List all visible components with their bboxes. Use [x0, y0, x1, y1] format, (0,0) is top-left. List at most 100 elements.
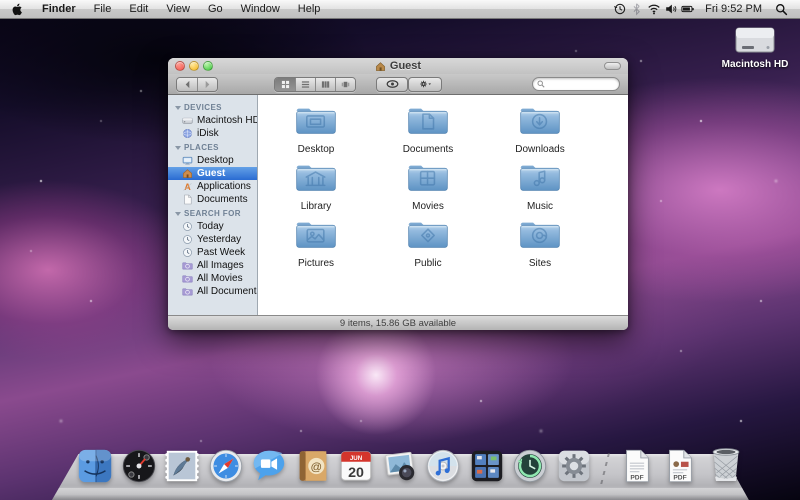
- sidebar-item-label: All Documents: [197, 286, 258, 297]
- sidebar-item-documents[interactable]: Documents: [168, 193, 257, 206]
- desktop-icon-macintosh-hd[interactable]: Macintosh HD: [717, 26, 793, 70]
- sidebar-item-label: Past Week: [197, 247, 245, 258]
- list-view-icon: [301, 80, 310, 89]
- sidebar-section-devices[interactable]: DEVICES: [168, 100, 257, 114]
- sidebar-item-all-documents[interactable]: All Documents: [168, 285, 257, 298]
- coverflow-view-button[interactable]: [335, 78, 355, 91]
- menu-clock[interactable]: Fri 9:52 PM: [699, 3, 768, 15]
- sidebar-item-desktop[interactable]: Desktop: [168, 154, 257, 167]
- battery-menu-icon[interactable]: [679, 0, 696, 19]
- column-view-icon: [321, 80, 330, 89]
- sidebar-item-all-images[interactable]: All Images: [168, 259, 257, 272]
- dock-item-safari[interactable]: [207, 447, 245, 485]
- back-icon: [183, 80, 192, 89]
- menu-finder[interactable]: Finder: [33, 0, 85, 18]
- disclosure-triangle-icon: [175, 212, 181, 216]
- sidebar-section-places[interactable]: PLACES: [168, 140, 257, 154]
- menu-left: FinderFileEditViewGoWindowHelp: [0, 0, 329, 18]
- menu-file[interactable]: File: [85, 0, 121, 18]
- list-view-button[interactable]: [295, 78, 315, 91]
- desktop-icon-label: Macintosh HD: [717, 59, 793, 70]
- menu-go[interactable]: Go: [199, 0, 232, 18]
- dock-item-spaces[interactable]: [468, 447, 506, 485]
- quick-look-button[interactable]: [376, 77, 408, 92]
- folder-label: Library: [301, 201, 332, 212]
- view-mode-group: [274, 77, 356, 92]
- disclosure-triangle-icon: [175, 106, 181, 110]
- dock-item-pdf-document-image[interactable]: PDF: [661, 447, 699, 485]
- search-input[interactable]: [545, 78, 615, 90]
- menu-view[interactable]: View: [157, 0, 199, 18]
- sidebar-item-yesterday[interactable]: Yesterday: [168, 233, 257, 246]
- sidebar-item-guest[interactable]: Guest: [168, 167, 257, 180]
- folder-sites[interactable]: Sites: [484, 217, 596, 274]
- folder-pictures[interactable]: Pictures: [260, 217, 372, 274]
- sidebar-section-title: PLACES: [184, 143, 219, 152]
- icon-view-button[interactable]: [275, 78, 295, 91]
- dock-item-ical[interactable]: JUN 20: [337, 447, 375, 485]
- apple-icon: [11, 3, 24, 16]
- dock-item-photo-booth[interactable]: [381, 447, 419, 485]
- dock-item-mail[interactable]: [163, 447, 201, 485]
- dock-item-time-machine[interactable]: [511, 447, 549, 485]
- close-button[interactable]: [175, 61, 185, 71]
- folder-public[interactable]: Public: [372, 217, 484, 274]
- folder-library[interactable]: Library: [260, 160, 372, 217]
- volume-menu-icon[interactable]: [662, 0, 679, 19]
- window-title-bar[interactable]: Guest: [168, 58, 628, 74]
- column-view-button[interactable]: [315, 78, 335, 91]
- svg-text:20: 20: [348, 465, 364, 481]
- sidebar-item-today[interactable]: Today: [168, 220, 257, 233]
- back-button[interactable]: [177, 78, 197, 91]
- sidebar-item-past-week[interactable]: Past Week: [168, 246, 257, 259]
- action-menu-button[interactable]: [408, 77, 442, 92]
- sidebar-section-search-for[interactable]: SEARCH FOR: [168, 206, 257, 220]
- zoom-button[interactable]: [203, 61, 213, 71]
- folder-icon-movies: [405, 160, 451, 201]
- sidebar-item-macintosh-hd[interactable]: Macintosh HD: [168, 114, 257, 127]
- dock-item-address-book[interactable]: @: [294, 447, 332, 485]
- coverflow-view-icon: [341, 80, 350, 89]
- sidebar-section-title: DEVICES: [184, 103, 222, 112]
- folder-documents[interactable]: Documents: [372, 103, 484, 160]
- toolbar-toggle-pill[interactable]: [604, 62, 621, 70]
- wifi-menu-icon[interactable]: [645, 0, 662, 19]
- window-controls: [175, 61, 213, 71]
- sidebar-item-label: Guest: [197, 168, 225, 179]
- menu-help[interactable]: Help: [289, 0, 330, 18]
- forward-button[interactable]: [197, 78, 217, 91]
- spotlight-menu[interactable]: [771, 0, 796, 18]
- applications-icon: A: [182, 181, 193, 192]
- status-text: 9 items, 15.86 GB available: [340, 318, 456, 329]
- menu-edit[interactable]: Edit: [120, 0, 157, 18]
- sidebar-item-all-movies[interactable]: All Movies: [168, 272, 257, 285]
- apple-menu[interactable]: [0, 0, 33, 18]
- dock-item-finder[interactable]: [76, 447, 114, 485]
- minimize-button[interactable]: [189, 61, 199, 71]
- search-field[interactable]: [532, 77, 620, 91]
- dock-item-dashboard[interactable]: [120, 447, 158, 485]
- time-machine-menu-icon[interactable]: [611, 0, 628, 19]
- dashboard-icon: [120, 447, 158, 485]
- forward-icon: [203, 80, 212, 89]
- dock-item-ichat[interactable]: [250, 447, 288, 485]
- folder-desktop[interactable]: Desktop: [260, 103, 372, 160]
- itunes-icon: [424, 447, 462, 485]
- dock-item-system-preferences[interactable]: [555, 447, 593, 485]
- svg-text:JUN: JUN: [350, 455, 363, 462]
- dock-item-itunes[interactable]: [424, 447, 462, 485]
- dock-item-pdf-document[interactable]: PDF: [618, 447, 656, 485]
- menu-window[interactable]: Window: [232, 0, 289, 18]
- folder-downloads[interactable]: Downloads: [484, 103, 596, 160]
- ical-icon: JUN 20: [337, 447, 375, 485]
- sidebar-item-idisk[interactable]: iDisk: [168, 127, 257, 140]
- bluetooth-menu-icon[interactable]: [628, 0, 645, 19]
- dock-separator: [598, 451, 612, 485]
- sidebar-item-applications[interactable]: AApplications: [168, 180, 257, 193]
- folder-label: Public: [414, 258, 441, 269]
- folder-movies[interactable]: Movies: [372, 160, 484, 217]
- dock-item-trash[interactable]: [705, 443, 747, 485]
- folder-grid: DesktopDocumentsDownloads Library MoviesMu…: [258, 95, 628, 274]
- home-icon: [375, 61, 386, 72]
- folder-music[interactable]: Music: [484, 160, 596, 217]
